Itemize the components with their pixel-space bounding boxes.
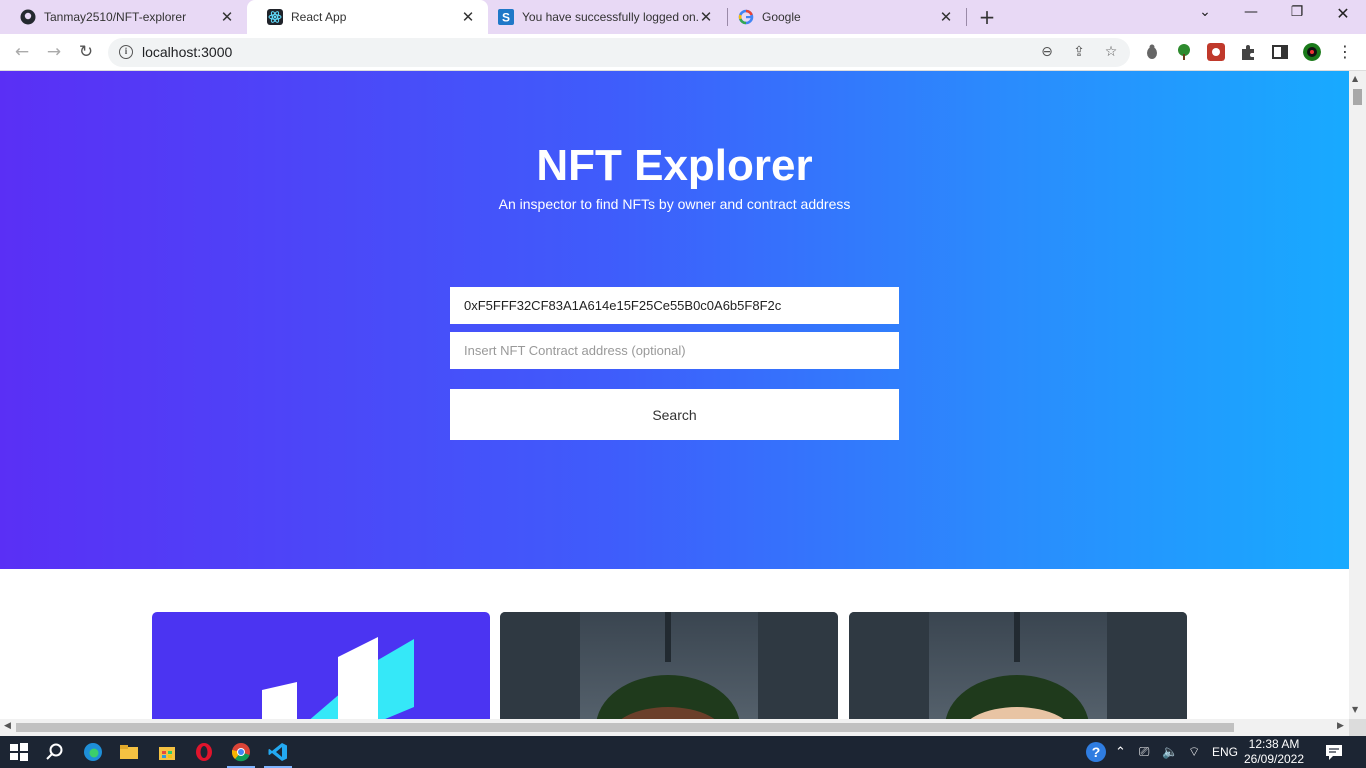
- close-icon[interactable]: ✕: [219, 8, 235, 26]
- file-explorer-icon[interactable]: [119, 742, 139, 762]
- profile-avatar-icon[interactable]: [1303, 43, 1321, 61]
- url-text[interactable]: localhost:3000: [142, 44, 232, 60]
- react-icon: [267, 9, 283, 25]
- browser-toolbar: ← → ↻ i localhost:3000 ⊖ ⇪ ☆ ⋮: [0, 34, 1366, 71]
- vertical-scroll-thumb[interactable]: [1353, 89, 1362, 105]
- restore-button[interactable]: ❐: [1283, 4, 1311, 20]
- nft-image: [262, 637, 414, 719]
- forward-button[interactable]: →: [42, 40, 66, 64]
- tab-divider: [966, 8, 967, 26]
- vertical-scrollbar[interactable]: ▲ ▼: [1349, 71, 1366, 719]
- page-subtitle: An inspector to find NFTs by owner and c…: [498, 196, 851, 212]
- nft-image: [500, 612, 838, 719]
- wallet-address-input[interactable]: [450, 287, 899, 324]
- back-button[interactable]: ←: [10, 40, 34, 64]
- scroll-right-icon[interactable]: ▶: [1337, 721, 1344, 731]
- tab-strip: Tanmay2510/NFT-explorer ✕ React App ✕ S …: [0, 0, 1366, 34]
- wifi-icon[interactable]: ⌔: [1188, 744, 1200, 760]
- chrome-icon[interactable]: [231, 742, 251, 762]
- volume-icon[interactable]: 🔈: [1162, 744, 1178, 760]
- clock-time: 12:38 AM: [1248, 737, 1300, 751]
- edge-icon[interactable]: [83, 742, 103, 762]
- clock-date: 26/09/2022: [1243, 752, 1305, 766]
- close-icon[interactable]: ✕: [938, 8, 954, 26]
- reload-button[interactable]: ↻: [74, 40, 98, 64]
- google-icon: [738, 9, 754, 25]
- store-icon[interactable]: [157, 742, 177, 762]
- s-app-icon: S: [498, 9, 514, 25]
- nft-card[interactable]: [152, 612, 490, 719]
- page-title: NFT Explorer: [536, 141, 813, 190]
- svg-text:S: S: [502, 11, 510, 25]
- side-panel-icon[interactable]: [1271, 43, 1289, 61]
- tab-title: You have successfully logged on.: [522, 10, 698, 24]
- minimize-button[interactable]: —: [1237, 4, 1265, 20]
- tab-title: React App: [291, 10, 347, 24]
- red-extension-icon[interactable]: [1207, 43, 1225, 61]
- system-clock[interactable]: 12:38 AM 26/09/2022: [1238, 736, 1310, 768]
- scroll-down-icon[interactable]: ▼: [1352, 705, 1358, 714]
- zoom-icon[interactable]: ⊖: [1038, 44, 1056, 60]
- share-icon[interactable]: ⇪: [1070, 44, 1088, 60]
- tab-logged-on[interactable]: S You have successfully logged on. ✕: [488, 0, 726, 34]
- address-bar[interactable]: i localhost:3000 ⊖ ⇪ ☆: [108, 38, 1130, 67]
- svg-text:?: ?: [1092, 744, 1101, 760]
- search-icon[interactable]: [45, 742, 65, 762]
- search-button[interactable]: Search: [450, 389, 899, 440]
- scroll-left-icon[interactable]: ◀: [4, 721, 11, 731]
- tab-title: Google: [762, 10, 801, 24]
- opera-icon[interactable]: [194, 742, 214, 762]
- notification-icon[interactable]: [1324, 742, 1344, 762]
- extensions-puzzle-icon[interactable]: [1239, 43, 1257, 61]
- scrollbar-corner: [1349, 719, 1366, 736]
- tab-react-app[interactable]: React App ✕: [247, 0, 488, 34]
- window-close-button[interactable]: ✕: [1329, 4, 1357, 23]
- nft-card[interactable]: [849, 612, 1187, 719]
- horizontal-scrollbar[interactable]: ◀ ▶: [0, 719, 1349, 736]
- windows-taskbar: ? ⌃ ⎚ 🔈 ⌔ ENG 12:38 AM 26/09/2022: [0, 736, 1366, 768]
- github-icon: [20, 9, 36, 25]
- tab-github[interactable]: Tanmay2510/NFT-explorer ✕: [0, 0, 247, 34]
- hero-section: NFT Explorer An inspector to find NFTs b…: [0, 71, 1349, 569]
- windows-start-icon[interactable]: [9, 742, 29, 762]
- site-info-icon[interactable]: i: [119, 45, 133, 59]
- page-viewport: NFT Explorer An inspector to find NFTs b…: [0, 71, 1349, 719]
- help-icon[interactable]: ?: [1085, 741, 1107, 763]
- tab-title: Tanmay2510/NFT-explorer: [44, 10, 187, 24]
- show-hidden-icons-chevron-icon[interactable]: ⌃: [1115, 744, 1126, 760]
- close-icon[interactable]: ✕: [698, 8, 714, 26]
- scroll-up-icon[interactable]: ▲: [1352, 74, 1358, 83]
- new-tab-button[interactable]: +: [976, 5, 998, 29]
- chrome-menu-icon[interactable]: ⋮: [1333, 40, 1357, 64]
- tab-search-chevron-icon[interactable]: ⌄: [1191, 4, 1219, 20]
- nft-card[interactable]: [500, 612, 838, 719]
- bookmark-star-icon[interactable]: ☆: [1102, 44, 1120, 60]
- contract-address-input[interactable]: [450, 332, 899, 369]
- language-indicator[interactable]: ENG: [1212, 745, 1238, 759]
- tree-extension-icon[interactable]: [1175, 43, 1193, 61]
- tab-google[interactable]: Google ✕: [728, 0, 966, 34]
- vscode-icon[interactable]: [268, 742, 288, 762]
- horizontal-scroll-thumb[interactable]: [16, 723, 1234, 732]
- nft-image: [849, 612, 1187, 719]
- network-icon[interactable]: ⎚: [1139, 744, 1149, 760]
- close-icon[interactable]: ✕: [460, 8, 476, 26]
- bug-extension-icon[interactable]: [1143, 43, 1161, 61]
